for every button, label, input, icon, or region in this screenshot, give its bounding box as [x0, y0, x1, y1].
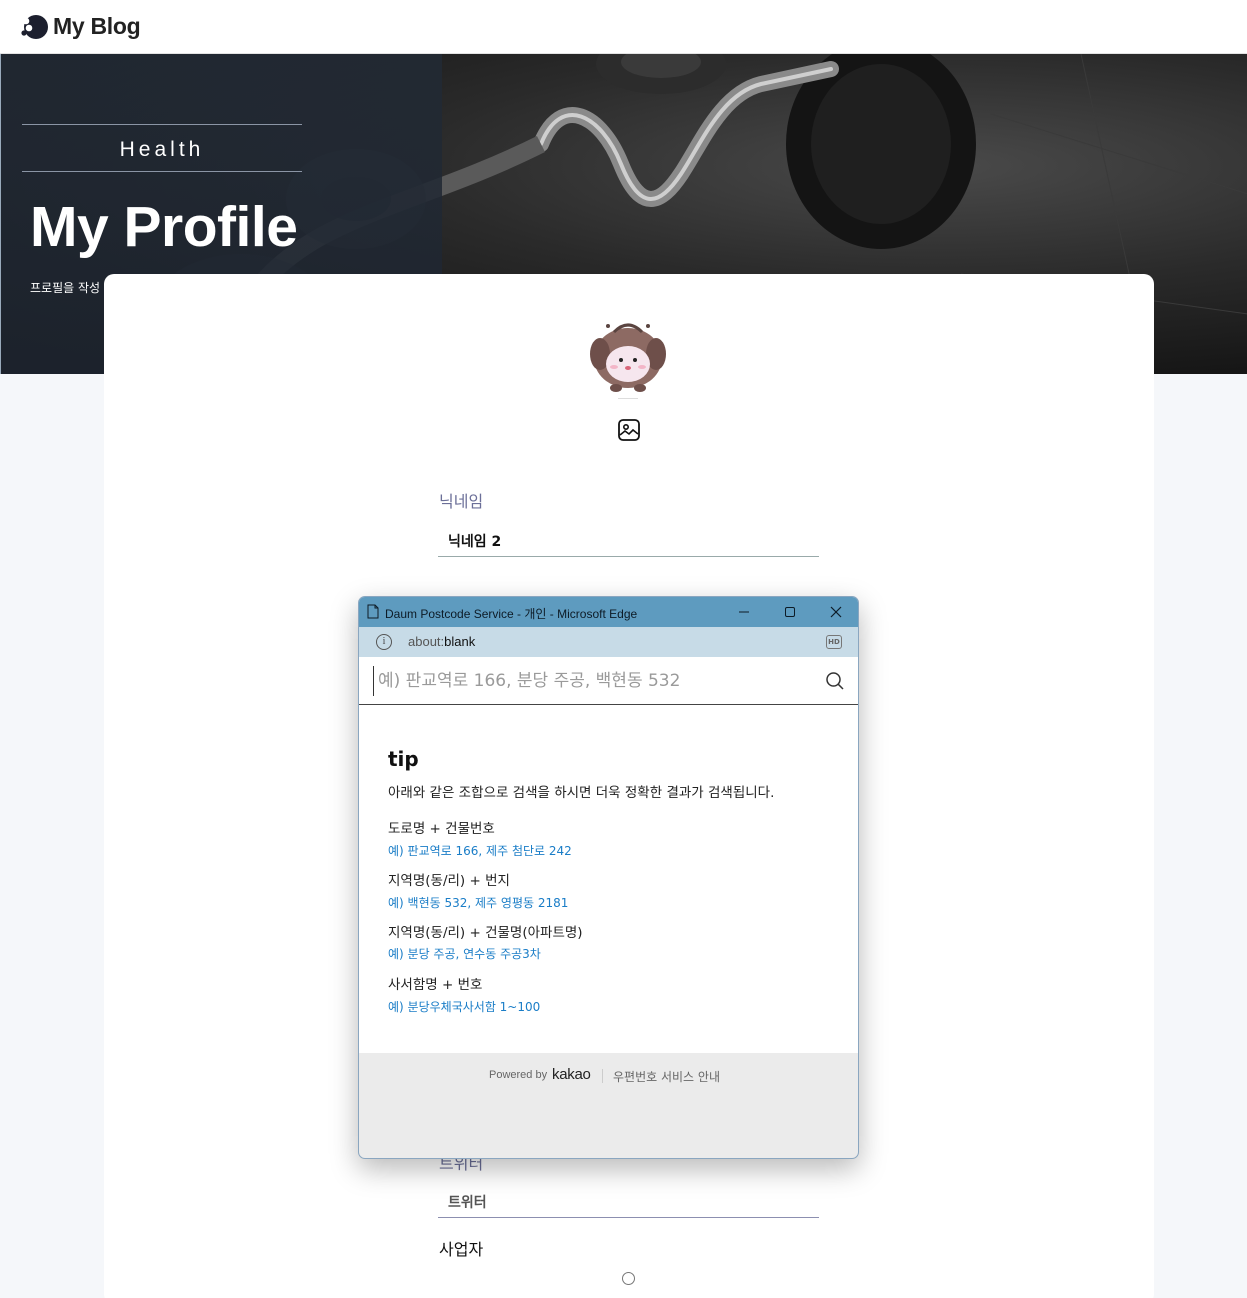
popup-title: Daum Postcode Service - 개인 - Microsoft E… [385, 607, 638, 621]
maximize-icon[interactable] [779, 602, 801, 622]
minimize-icon[interactable] [733, 602, 755, 622]
close-icon[interactable] [825, 602, 847, 622]
logo-icon [21, 15, 48, 39]
hero-divider-top [22, 124, 302, 125]
tip-title: tip [388, 747, 419, 771]
tip-example: 예) 분당우체국사서함 1~100 [388, 1000, 541, 1014]
postcode-search-bar [359, 657, 858, 705]
business-radio[interactable] [622, 1272, 635, 1285]
popup-titlebar[interactable]: Daum Postcode Service - 개인 - Microsoft E… [359, 597, 858, 627]
postcode-content: tip 아래와 같은 조합으로 검색을 하시면 더욱 정확한 결과가 검색됩니다… [359, 657, 858, 1053]
footer-divider [602, 1069, 603, 1083]
top-nav: My Blog [0, 0, 1247, 54]
tip-example: 예) 분당 주공, 연수동 주공3차 [388, 947, 541, 961]
hero-divider-bottom [22, 171, 302, 172]
avatar-divider [618, 398, 638, 399]
twitter-placeholder: 트위터 [448, 1195, 487, 1211]
tip-example: 예) 백현동 532, 제주 영평동 2181 [388, 896, 569, 910]
image-upload-icon[interactable] [617, 418, 641, 442]
tip-heading: 지역명(동/리) + 번지 [388, 873, 510, 889]
postcode-search-input[interactable] [373, 666, 813, 696]
logo-text: My Blog [53, 13, 141, 39]
tip-description: 아래와 같은 조합으로 검색을 하시면 더욱 정확한 결과가 검색됩니다. [388, 785, 775, 801]
tip-heading: 도로명 + 건물번호 [388, 821, 495, 837]
popup-address-bar: i about:blank HD [359, 627, 858, 657]
nickname-label: 닉네임 [439, 492, 484, 511]
blog-logo[interactable]: My Blog [20, 12, 141, 41]
popup-url[interactable]: about:blank [408, 634, 475, 649]
powered-by-text: Powered by [489, 1069, 548, 1081]
avatar[interactable] [576, 314, 680, 398]
tip-heading: 사서함명 + 번호 [388, 977, 483, 993]
hero-subtitle: 프로필을 작성 [30, 281, 101, 295]
nickname-value: 닉네임 2 [448, 534, 502, 550]
hero-category: Health [119, 138, 205, 161]
info-icon[interactable]: i [376, 634, 392, 650]
service-guide-link[interactable]: 우편번호 서비스 안내 [613, 1068, 720, 1085]
document-icon [367, 604, 379, 619]
business-label: 사업자 [439, 1240, 484, 1259]
kakao-logo: kakao [552, 1066, 591, 1083]
search-icon[interactable] [825, 671, 845, 691]
twitter-field[interactable]: 트위터 [438, 1186, 819, 1218]
postcode-footer: Powered by kakao 우편번호 서비스 안내 [359, 1053, 858, 1103]
tip-example: 예) 판교역로 166, 제주 첨단로 242 [388, 844, 572, 858]
nickname-field[interactable]: 닉네임 2 [438, 525, 819, 557]
hd-icon[interactable]: HD [826, 635, 842, 649]
postcode-popup-window: Daum Postcode Service - 개인 - Microsoft E… [358, 596, 859, 1159]
tip-heading: 지역명(동/리) + 건물명(아파트명) [388, 925, 583, 941]
hero-title: My Profile [30, 195, 298, 259]
